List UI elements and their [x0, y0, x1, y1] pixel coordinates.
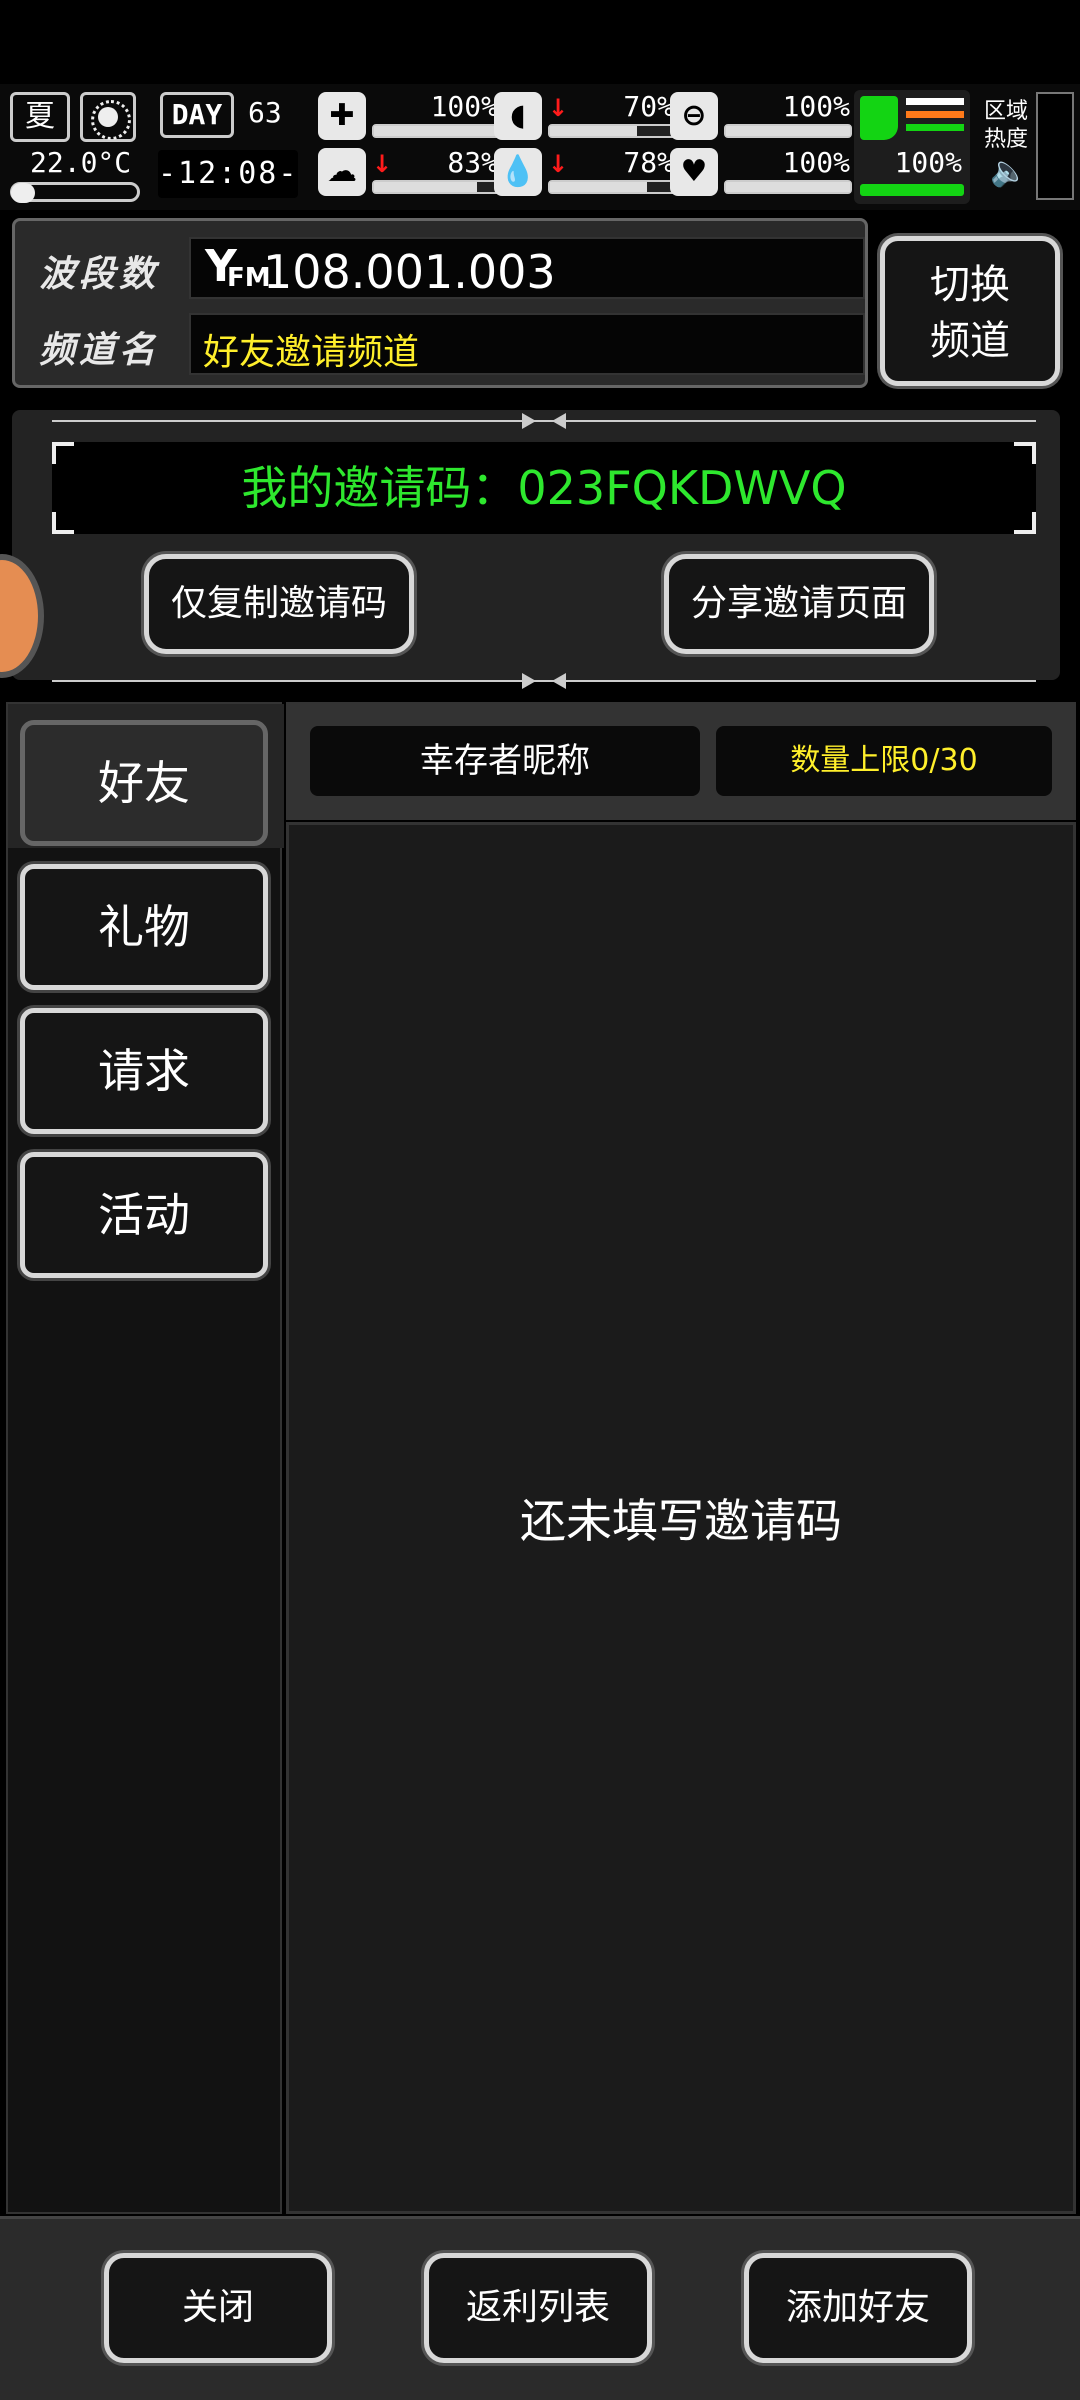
stat-value: 83% [447, 146, 498, 179]
water-drop-icon: 💧 [494, 148, 542, 196]
stat-gauge: ♥ 100% [670, 146, 852, 200]
stat-gauge: 💧 ↓ 78% [494, 146, 676, 200]
stat-gauge: ✚ 100% [318, 90, 500, 144]
stat-value: 70% [623, 90, 674, 123]
switch-channel-button[interactable]: 切换 频道 [880, 236, 1060, 386]
sun-icon [80, 92, 136, 142]
stat-value: 100% [782, 146, 850, 179]
tab-events[interactable]: 活动 [20, 1152, 268, 1278]
stomach-icon: ◖ [494, 92, 542, 140]
divider [52, 673, 1036, 689]
legs-bar [860, 184, 964, 196]
empty-message: 还未填写邀请码 [520, 1494, 842, 1548]
heart-icon: ♥ [670, 148, 718, 196]
thermometer-icon [10, 182, 140, 203]
area-heat-label: 区域 热度 [984, 99, 1029, 152]
status-lines-icon [906, 98, 964, 137]
copy-invite-code-button[interactable]: 仅复制邀请码 [144, 554, 414, 654]
stat-value: 78% [623, 146, 674, 179]
channel-value: 好友邀请频道 [203, 332, 420, 373]
boot-icon [860, 96, 898, 140]
rebate-list-button[interactable]: 返利列表 [424, 2253, 652, 2363]
column-limit: 数量上限0/30 [716, 726, 1052, 796]
legs-status: 100% [854, 90, 970, 204]
invite-code-text: 我的邀请码：023FQKDWVQ [241, 461, 847, 515]
channel-value-box: 好友邀请频道 [189, 313, 865, 375]
frequency-panel: 波段数 Y FM 108.001.003 频道名 好友邀请频道 [12, 218, 868, 388]
divider [52, 413, 1036, 429]
channel-row: 频道名 好友邀请频道 [31, 311, 865, 375]
stat-bar [724, 124, 852, 138]
game-clock: -12:08- [158, 150, 298, 198]
tab-column: 好友 礼物 请求 活动 [6, 702, 284, 2214]
invite-panel: 我的邀请码：023FQKDWVQ 仅复制邀请码 分享邀请页面 [12, 410, 1060, 689]
stat-bar [372, 180, 500, 194]
band-value-box: Y FM 108.001.003 [189, 237, 865, 299]
channel-label: 频道名 [39, 330, 160, 371]
pill-icon: ⊖ [670, 92, 718, 140]
column-nickname: 幸存者昵称 [310, 726, 700, 796]
area-heat-meter [1036, 92, 1074, 200]
tab-gifts[interactable]: 礼物 [20, 864, 268, 990]
friend-list-header: 幸存者昵称 数量上限0/30 [286, 702, 1076, 820]
tab-friends[interactable]: 好友 [20, 720, 268, 846]
day-label: DAY [160, 92, 234, 138]
temperature-readout: 22.0°C [30, 146, 132, 179]
legs-value: 100% [894, 146, 962, 179]
stat-gauge: ◖ ↓ 70% [494, 90, 676, 144]
band-value: 108.001.003 [263, 245, 556, 299]
tab-requests[interactable]: 请求 [20, 1008, 268, 1134]
stat-gauge: ☁ ↓ 83% [318, 146, 500, 200]
medkit-icon: ✚ [318, 92, 366, 140]
stat-bar [724, 180, 852, 194]
band-row: 波段数 Y FM 108.001.003 [31, 235, 865, 299]
speaker-icon[interactable]: 🔈 [990, 154, 1027, 189]
invite-code-box: 我的邀请码：023FQKDWVQ [52, 442, 1036, 534]
stat-bar [372, 124, 500, 138]
status-hud: 夏 22.0°C DAY 63 -12:08- ✚ 100% ◖ ↓ 70% ⊖ 100% ☁… [0, 84, 1080, 210]
stat-bar [548, 180, 676, 194]
bottom-action-bar: 关闭 返利列表 添加好友 [0, 2216, 1080, 2400]
band-label: 波段数 [39, 254, 160, 295]
friend-list: 还未填写邀请码 [286, 822, 1076, 2214]
add-friend-button[interactable]: 添加好友 [744, 2253, 972, 2363]
stat-value: 100% [782, 90, 850, 123]
close-button[interactable]: 关闭 [104, 2253, 332, 2363]
stat-bar [548, 124, 676, 138]
day-number: 63 [248, 96, 282, 129]
stat-gauge: ⊖ 100% [670, 90, 852, 144]
share-invite-page-button[interactable]: 分享邀请页面 [664, 554, 934, 654]
season-badge: 夏 [10, 92, 70, 142]
antenna-icon: Y FM [205, 241, 271, 294]
brain-icon: ☁ [318, 148, 366, 196]
stat-value: 100% [430, 90, 498, 123]
